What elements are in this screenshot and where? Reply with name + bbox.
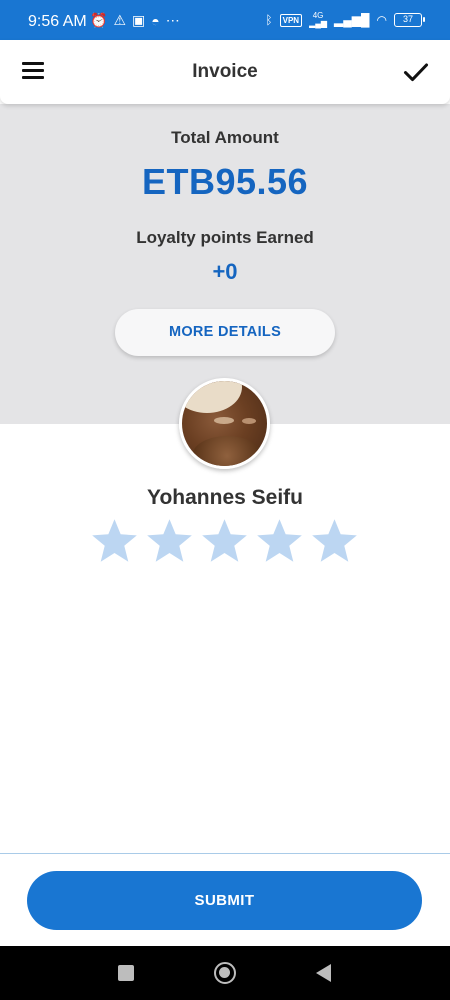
network-type-icon: 4G ▂▄▆ [309,11,328,28]
check-icon[interactable] [402,58,430,86]
signal-icon: ▂▄▆█ [334,13,370,27]
loyalty-points-label: Loyalty points Earned [136,228,314,247]
divider [0,853,450,854]
status-time: 9:56 AM [28,13,87,30]
star-icon[interactable] [89,516,140,567]
status-bar: 9:56 AM ⏰ ⚠ ▣ ◓ ⋯ ᛒ VPN 4G ▂▄▆ ▂▄▆█ ◠ 37 [0,0,450,40]
system-nav-bar [0,946,450,1000]
battery-icon: 37 [394,13,425,27]
status-icons-left: ⏰ ⚠ ▣ ◓ ⋯ [90,12,180,29]
wifi-icon: ◠ [376,13,387,27]
total-amount-label: Total Amount [171,128,279,147]
app-icon: ▣ [132,12,146,28]
home-icon[interactable] [214,962,236,984]
star-icon[interactable] [254,516,305,567]
total-amount-value: ETB95.56 [141,161,309,202]
star-icon[interactable] [309,516,360,567]
vpn-icon: VPN [279,13,303,27]
back-icon[interactable] [316,964,331,982]
submit-button[interactable]: SUBMIT [27,871,422,930]
recent-apps-icon[interactable] [118,965,134,981]
driver-avatar [179,378,270,469]
bluetooth-icon: ᛒ [265,13,273,27]
page-title: Invoice [192,61,258,82]
loyalty-points-value: +0 [212,259,238,284]
more-details-button[interactable]: MORE DETAILS [115,309,335,356]
star-icon[interactable] [199,516,250,567]
more-dots-icon: ⋯ [165,12,180,28]
star-icon[interactable] [144,516,195,567]
alarm-icon: ⏰ [90,12,108,28]
invoice-summary: Total Amount ETB95.56 Loyalty points Ear… [0,104,450,424]
driver-name: Yohannes Seifu [147,486,303,509]
warning-icon: ⚠ [113,12,126,28]
app-bar: Invoice [0,40,450,104]
rating-stars [89,516,360,567]
status-icons-right: ᛒ VPN 4G ▂▄▆ ▂▄▆█ ◠ 37 [265,11,425,28]
app-icon: ◓ [151,12,160,29]
